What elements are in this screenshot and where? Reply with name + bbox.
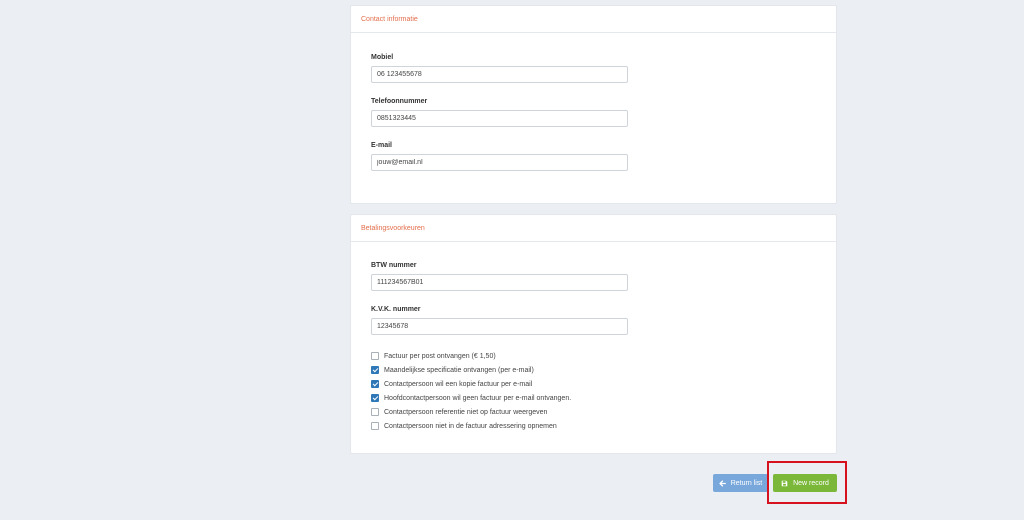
option-copy-invoice-email[interactable]: Contactpersoon wil een kopie factuur per… — [371, 377, 571, 391]
phone-field: Telefoonnummer — [371, 97, 628, 127]
option-no-invoice-email[interactable]: Hoofdcontactpersoon wil geen factuur per… — [371, 391, 571, 405]
checkbox[interactable] — [371, 394, 379, 402]
contact-info-title: Contact informatie — [351, 6, 836, 33]
option-post-invoice[interactable]: Factuur per post ontvangen (€ 1,50) — [371, 349, 571, 363]
invoice-options-list: Factuur per post ontvangen (€ 1,50) Maan… — [371, 349, 571, 433]
return-list-button[interactable]: Return list — [713, 474, 768, 492]
kvk-number-label: K.V.K. nummer — [371, 306, 421, 313]
email-input[interactable] — [371, 154, 628, 171]
highlight-annotation — [767, 461, 847, 504]
kvk-number-field: K.V.K. nummer — [371, 305, 628, 335]
checkbox[interactable] — [371, 366, 379, 374]
vat-number-field: BTW nummer — [371, 261, 628, 291]
checkbox[interactable] — [371, 408, 379, 416]
option-label: Hoofdcontactpersoon wil geen factuur per… — [384, 394, 572, 402]
option-monthly-specification[interactable]: Maandelijkse specificatie ontvangen (per… — [371, 363, 571, 377]
vat-number-input[interactable] — [371, 274, 628, 291]
checkbox[interactable] — [371, 352, 379, 360]
payment-preferences-title: Betalingsvoorkeuren — [351, 215, 836, 242]
contact-info-panel: Contact informatie Mobiel Telefoonnummer… — [350, 5, 837, 204]
checkbox[interactable] — [371, 422, 379, 430]
mobile-input[interactable] — [371, 66, 628, 83]
option-label: Contactpersoon wil een kopie factuur per… — [384, 380, 533, 388]
vat-number-label: BTW nummer — [371, 262, 417, 269]
option-label: Contactpersoon niet in de factuur adress… — [384, 422, 557, 430]
phone-label: Telefoonnummer — [371, 98, 428, 105]
option-label: Factuur per post ontvangen (€ 1,50) — [384, 352, 496, 360]
mobile-label: Mobiel — [371, 54, 394, 61]
arrow-left-icon — [719, 479, 726, 487]
email-label: E-mail — [371, 142, 393, 149]
checkbox[interactable] — [371, 380, 379, 388]
return-list-label: Return list — [730, 479, 763, 487]
option-label: Contactpersoon referentie niet op factuu… — [384, 408, 548, 416]
option-label: Maandelijkse specificatie ontvangen (per… — [384, 366, 534, 374]
option-hide-reference[interactable]: Contactpersoon referentie niet op factuu… — [371, 405, 571, 419]
phone-input[interactable] — [371, 110, 628, 127]
option-exclude-from-address[interactable]: Contactpersoon niet in de factuur adress… — [371, 419, 571, 433]
kvk-number-input[interactable] — [371, 318, 628, 335]
payment-preferences-panel: Betalingsvoorkeuren BTW nummer K.V.K. nu… — [350, 214, 837, 454]
mobile-field: Mobiel — [371, 53, 628, 83]
email-field: E-mail — [371, 141, 628, 171]
